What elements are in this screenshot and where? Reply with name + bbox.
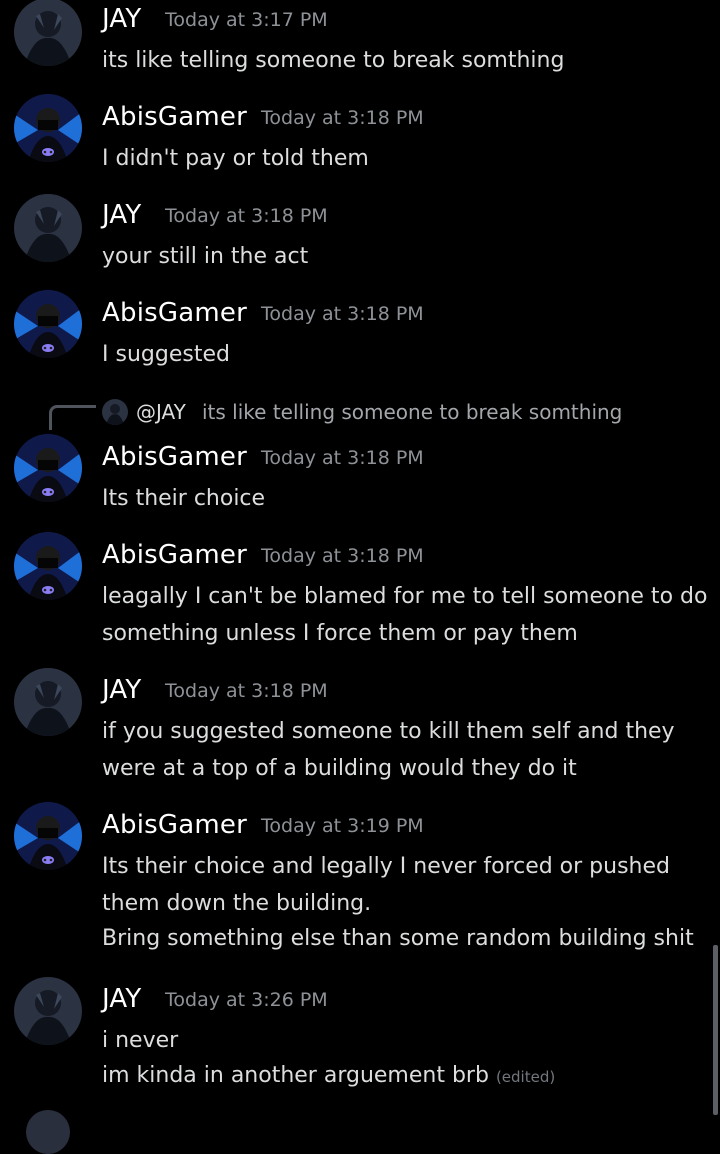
message-text: something unless I force them or pay the… <box>102 621 578 646</box>
author-name[interactable]: JAY <box>102 986 141 1012</box>
message-text: I suggested <box>102 342 230 367</box>
message-timestamp: Today at 3:18 PM <box>165 680 328 702</box>
reply-preview-text[interactable]: its like telling someone to break somthi… <box>202 402 622 422</box>
message-timestamp: Today at 3:26 PM <box>165 989 328 1011</box>
message-timestamp: Today at 3:17 PM <box>165 9 328 31</box>
reply-avatar-icon <box>102 399 128 425</box>
message-text: I didn't pay or told them <box>102 146 369 171</box>
abis-avatar-icon[interactable] <box>14 802 82 870</box>
edited-tag: (edited) <box>495 1068 556 1086</box>
message-text: your still in the act <box>102 244 309 269</box>
message-timestamp: Today at 3:18 PM <box>261 107 424 129</box>
reply-connector-icon <box>49 405 96 430</box>
author-name[interactable]: JAY <box>102 6 141 32</box>
jay-avatar-icon[interactable] <box>14 977 82 1045</box>
message-timestamp: Today at 3:18 PM <box>165 205 328 227</box>
abis-avatar-icon[interactable] <box>14 94 82 162</box>
message-timestamp: Today at 3:18 PM <box>261 303 424 325</box>
message-text-content: im kinda in another arguement brb <box>102 1063 489 1088</box>
author-name[interactable]: AbisGamer <box>102 104 247 130</box>
message-timestamp: Today at 3:18 PM <box>261 447 424 469</box>
message-text: them down the building. <box>102 891 372 916</box>
message-text: im kinda in another arguement brb (edite… <box>102 1065 555 1087</box>
message-text: i never <box>102 1028 179 1053</box>
jay-avatar-icon[interactable] <box>14 194 82 262</box>
message-timestamp: Today at 3:19 PM <box>261 815 424 837</box>
message-timestamp: Today at 3:18 PM <box>261 545 424 567</box>
message-text: Bring something else than some random bu… <box>102 926 694 951</box>
message-text: its like telling someone to break somthi… <box>102 48 565 73</box>
author-name[interactable]: AbisGamer <box>102 300 247 326</box>
scrollbar[interactable] <box>713 945 718 1115</box>
abis-avatar-icon[interactable] <box>14 532 82 600</box>
author-name[interactable]: AbisGamer <box>102 444 247 470</box>
message-text: if you suggested someone to kill them se… <box>102 719 675 744</box>
author-name[interactable]: JAY <box>102 202 141 228</box>
jay-avatar-icon[interactable] <box>14 0 82 66</box>
message-text: Its their choice and legally I never for… <box>102 854 670 879</box>
next-message-avatar-icon <box>26 1110 70 1154</box>
jay-avatar-icon[interactable] <box>14 668 82 736</box>
reply-mention[interactable]: @JAY <box>136 402 186 422</box>
abis-avatar-icon[interactable] <box>14 290 82 358</box>
author-name[interactable]: AbisGamer <box>102 812 247 838</box>
message-text: Its their choice <box>102 486 266 511</box>
author-name[interactable]: AbisGamer <box>102 542 247 568</box>
author-name[interactable]: JAY <box>102 677 141 703</box>
message-text: leagally I can't be blamed for me to tel… <box>102 584 708 609</box>
abis-avatar-icon[interactable] <box>14 434 82 502</box>
message-text: were at a top of a building would they d… <box>102 756 577 781</box>
